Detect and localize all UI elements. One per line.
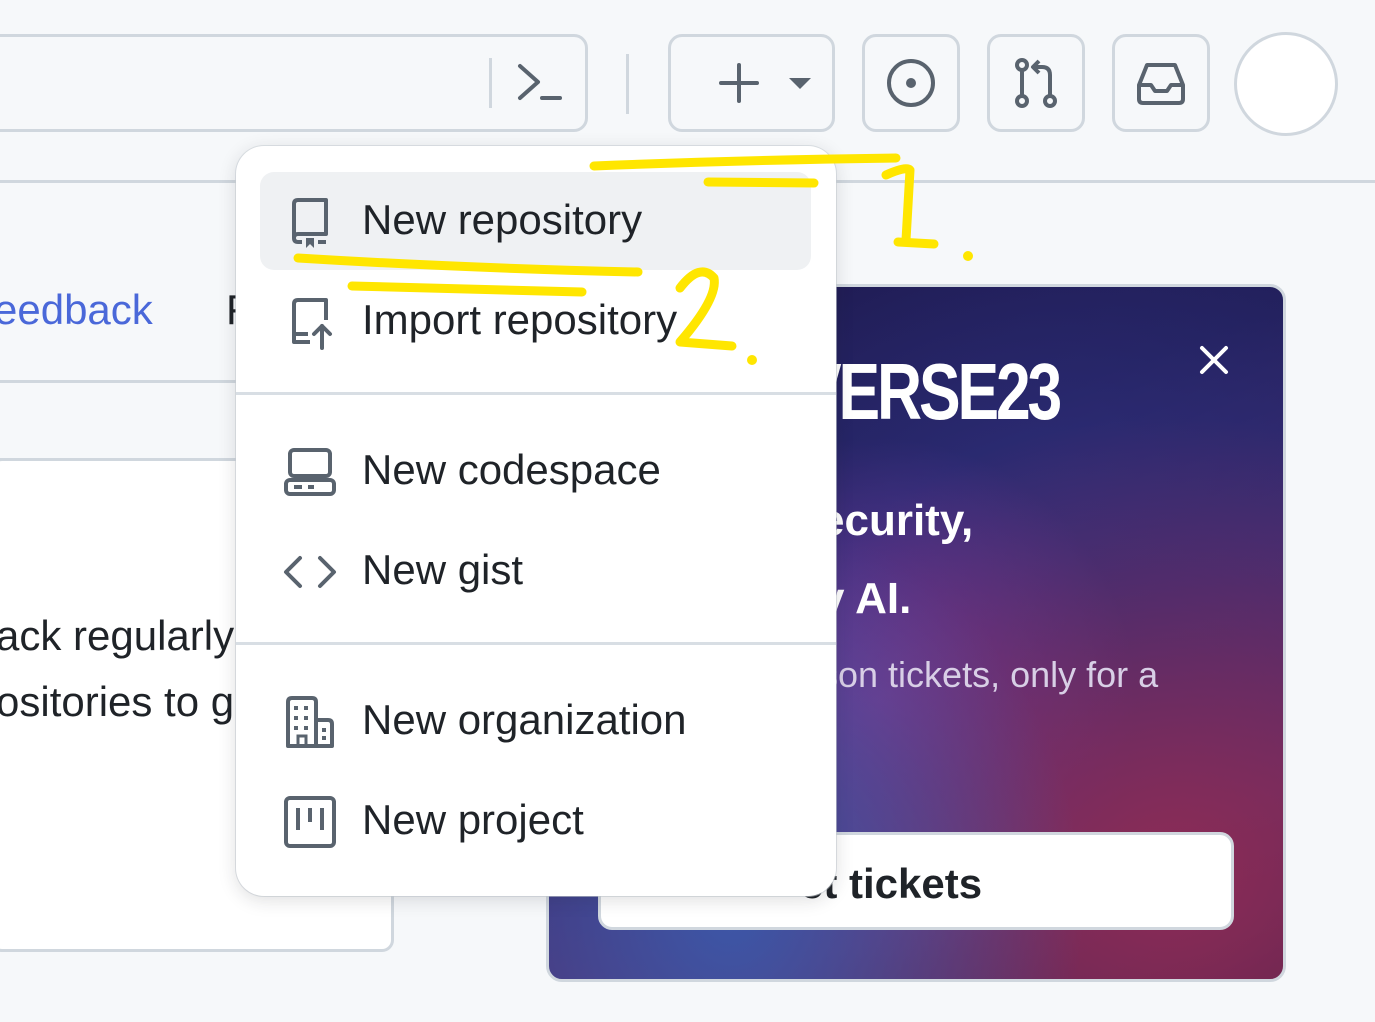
avatar[interactable] <box>1234 32 1338 136</box>
project-icon <box>284 796 336 848</box>
annotation-step1: 1. <box>942 225 944 227</box>
menu-item-new-organization[interactable]: New organization <box>260 672 811 770</box>
organization-icon <box>286 696 334 748</box>
menu-item-label: New project <box>362 796 584 843</box>
card-text-line: ositories to g <box>0 678 235 725</box>
menu-item-new-project[interactable]: New project <box>260 772 811 870</box>
card-text-line: ack regularly <box>0 612 235 659</box>
feedback-link[interactable]: eedback <box>0 286 153 334</box>
menu-divider <box>236 642 836 645</box>
close-icon[interactable] <box>1196 342 1232 378</box>
codespaces-icon <box>284 448 336 496</box>
plus-icon <box>718 63 811 103</box>
menu-item-label: Import repository <box>362 296 678 343</box>
menu-item-label: New organization <box>362 696 687 743</box>
repo-push-icon <box>292 298 332 350</box>
search-box[interactable] <box>0 34 588 132</box>
pull-requests-button[interactable] <box>987 34 1085 132</box>
divider <box>0 380 240 383</box>
menu-item-label: New repository <box>362 196 643 243</box>
promo-headline: ecurity, <box>820 496 974 545</box>
promo-logo: VERSE23 <box>800 347 1062 436</box>
menu-item-new-gist[interactable]: New gist <box>260 522 811 620</box>
command-palette-icon[interactable] <box>512 56 568 110</box>
git-pull-request-icon <box>1015 58 1057 108</box>
repo-icon <box>292 198 328 248</box>
promo-subtext: son tickets, only for a <box>820 654 1159 695</box>
menu-item-label: New codespace <box>362 446 661 493</box>
inbox-icon <box>1137 63 1185 105</box>
triangle-down-icon <box>788 78 811 89</box>
issues-button[interactable] <box>862 34 960 132</box>
inbox-button[interactable] <box>1112 34 1210 132</box>
issue-opened-icon <box>887 59 935 107</box>
menu-item-new-codespace[interactable]: New codespace <box>260 422 811 520</box>
search-divider <box>489 58 492 108</box>
menu-item-label: New gist <box>362 546 524 593</box>
menu-divider <box>236 392 836 395</box>
header-separator <box>626 54 629 114</box>
code-icon <box>284 556 336 588</box>
menu-item-import-repository[interactable]: Import repository <box>260 272 811 370</box>
menu-item-new-repository[interactable]: New repository <box>260 172 811 270</box>
create-new-button[interactable] <box>668 34 835 132</box>
